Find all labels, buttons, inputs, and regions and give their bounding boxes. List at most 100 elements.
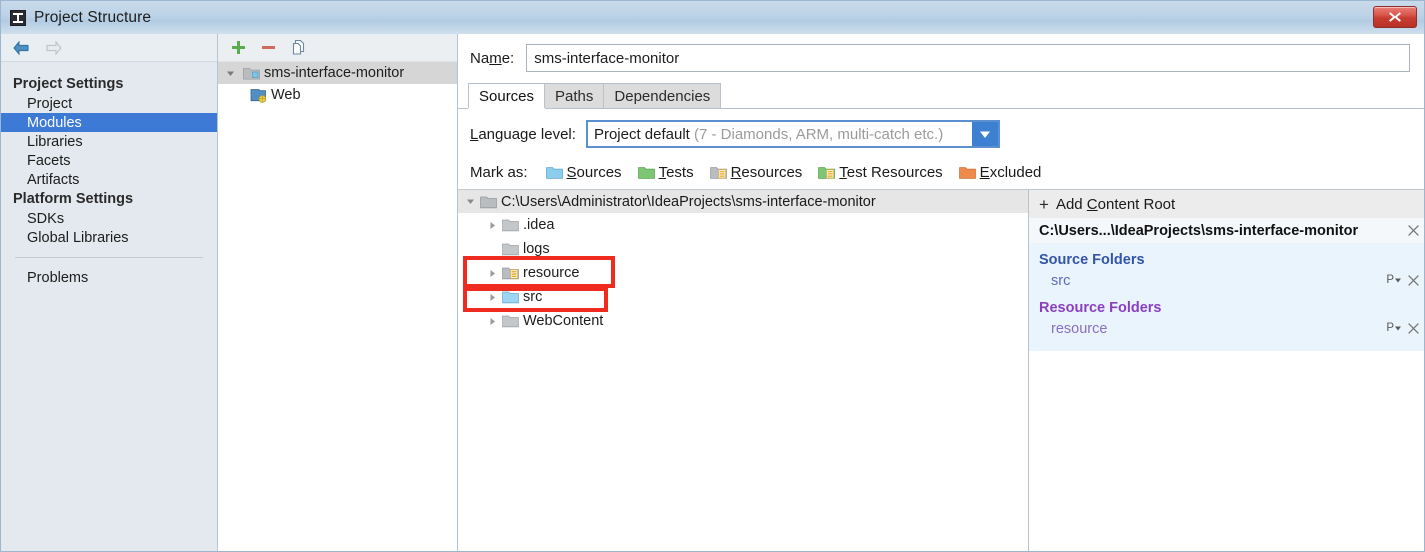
close-icon[interactable] — [1407, 274, 1420, 287]
sidebar-item-artifacts[interactable]: Artifacts — [1, 170, 217, 189]
file-tree-row-logs[interactable]: logs — [458, 237, 1028, 261]
module-editor-panel: Name: Sources Paths Dependencies Languag… — [458, 34, 1424, 551]
file-tree-root-label: C:\Users\Administrator\IdeaProjects\sms-… — [501, 193, 876, 210]
module-tree-label: sms-interface-monitor — [264, 65, 405, 81]
close-window-button[interactable] — [1373, 6, 1417, 28]
module-tree-row-web[interactable]: Web — [218, 84, 457, 106]
sidebar-item-libraries[interactable]: Libraries — [1, 132, 217, 151]
language-level-value-hint: (7 - Diamonds, ARM, multi-catch etc.) — [689, 125, 944, 143]
tab-paths[interactable]: Paths — [544, 83, 605, 108]
folder-test-resources-icon — [818, 165, 836, 180]
sidebar-navigation-toolbar — [1, 34, 217, 62]
content-root-file-tree: C:\Users\Administrator\IdeaProjects\sms-… — [458, 189, 1029, 551]
folder-plain-icon — [502, 314, 519, 328]
sources-lower-split: C:\Users\Administrator\IdeaProjects\sms-… — [458, 189, 1424, 551]
chevron-right-icon[interactable] — [484, 269, 500, 278]
folder-excluded-icon — [958, 165, 976, 180]
web-facet-icon — [250, 88, 267, 103]
chevron-right-icon[interactable] — [484, 293, 500, 302]
source-folder-name: src — [1051, 272, 1071, 289]
file-tree-row-idea[interactable]: .idea — [458, 213, 1028, 237]
close-icon[interactable] — [1407, 224, 1420, 237]
plus-icon[interactable] — [230, 39, 247, 56]
project-structure-dialog: Project Structure Project Settings Proje… — [0, 0, 1425, 552]
mark-as-test-resources-button[interactable]: Test Resources — [818, 164, 943, 181]
mark-as-tests-button[interactable]: Tests — [637, 164, 694, 181]
folder-plain-icon — [502, 218, 519, 232]
sidebar-item-global-libraries[interactable]: Global Libraries — [1, 228, 217, 247]
resource-folder-row[interactable]: resource P — [1029, 318, 1424, 339]
mark-as-excluded-button[interactable]: Excluded — [958, 164, 1041, 181]
package-prefix-icon[interactable]: P — [1386, 274, 1401, 287]
source-folders-title: Source Folders — [1039, 252, 1145, 268]
chevron-down-icon[interactable] — [971, 122, 998, 146]
module-name-input[interactable] — [526, 44, 1410, 72]
source-folder-row[interactable]: src P — [1029, 270, 1424, 291]
mark-as-label: Mark as: — [470, 163, 528, 181]
folder-resources-icon — [502, 266, 519, 280]
file-tree-root-row[interactable]: C:\Users\Administrator\IdeaProjects\sms-… — [458, 190, 1028, 213]
sidebar-item-project[interactable]: Project — [1, 94, 217, 113]
folder-sources-icon — [545, 165, 563, 180]
page-title: Project Structure — [34, 8, 152, 26]
sidebar-item-list: Project Settings Project Modules Librari… — [1, 62, 217, 287]
module-tree-row-sms-interface-monitor[interactable]: sms-interface-monitor — [218, 62, 457, 84]
module-icon — [243, 66, 260, 80]
file-tree-label: WebContent — [523, 313, 604, 329]
content-root-path: C:\Users...\IdeaProjects\sms-interface-m… — [1039, 222, 1359, 239]
resource-folders-title: Resource Folders — [1039, 300, 1162, 316]
mark-as-sources-button[interactable]: Sources — [545, 164, 622, 181]
sources-tab-panel: Language level: Project default (7 - Dia… — [458, 109, 1424, 551]
sidebar-item-sdks[interactable]: SDKs — [1, 209, 217, 228]
module-toolbar — [218, 34, 457, 62]
title-bar: Project Structure — [1, 1, 1424, 34]
settings-sidebar: Project Settings Project Modules Librari… — [1, 34, 218, 551]
module-name-row: Name: — [458, 34, 1424, 82]
content-root-entry: C:\Users...\IdeaProjects\sms-interface-m… — [1029, 218, 1424, 351]
chevron-right-icon[interactable] — [484, 317, 500, 326]
content-roots-panel: + Add Content Root C:\Users...\IdeaProje… — [1029, 189, 1424, 551]
intellij-module-icon — [10, 9, 26, 26]
module-tree-label: Web — [271, 87, 301, 103]
tab-dependencies[interactable]: Dependencies — [603, 83, 722, 108]
folder-resources-icon — [709, 165, 727, 180]
file-tree-row-webcontent[interactable]: WebContent — [458, 309, 1028, 333]
language-level-select[interactable]: Project default (7 - Diamonds, ARM, mult… — [585, 120, 1000, 148]
tab-sources[interactable]: Sources — [468, 83, 546, 108]
file-tree-label: src — [523, 289, 543, 305]
language-level-value: Project default (7 - Diamonds, ARM, mult… — [588, 126, 972, 143]
chevron-down-icon[interactable] — [464, 197, 477, 206]
sidebar-item-modules[interactable]: Modules — [1, 113, 217, 132]
mark-as-resources-button[interactable]: Resources — [709, 164, 802, 181]
module-editor-tabs: Sources Paths Dependencies — [458, 82, 1424, 109]
file-tree-label: resource — [523, 265, 580, 281]
package-prefix-icon[interactable]: P — [1386, 322, 1401, 335]
sidebar-group-project-settings: Project Settings — [13, 76, 124, 92]
module-name-label: Name: — [470, 49, 515, 67]
close-icon[interactable] — [1407, 322, 1420, 335]
file-tree-row-resource[interactable]: resource — [458, 261, 1028, 285]
chevron-down-icon[interactable] — [224, 69, 237, 78]
file-tree-label: logs — [523, 241, 550, 257]
folder-tests-icon — [637, 165, 655, 180]
sidebar-divider — [15, 257, 203, 258]
content-root-header: C:\Users...\IdeaProjects\sms-interface-m… — [1029, 218, 1424, 243]
language-level-label: Language level: — [470, 125, 576, 143]
chevron-right-icon[interactable] — [484, 221, 500, 230]
sidebar-group-platform-settings: Platform Settings — [13, 191, 134, 207]
module-list-panel: sms-interface-monitor Web — [218, 34, 458, 551]
folder-plain-icon — [502, 242, 519, 256]
file-tree-row-src[interactable]: src — [458, 285, 1028, 309]
plus-icon: + — [1039, 194, 1049, 214]
add-content-root-button[interactable]: + Add Content Root — [1029, 190, 1424, 218]
resource-folder-name: resource — [1051, 320, 1108, 337]
folder-icon — [480, 195, 497, 209]
arrow-left-icon[interactable] — [11, 39, 33, 57]
mark-as-row: Mark as: Sources Tests Resources Test Re… — [458, 155, 1424, 189]
copy-icon[interactable] — [290, 39, 307, 56]
language-level-value-main: Project default — [593, 125, 690, 143]
minus-icon[interactable] — [260, 39, 277, 56]
sidebar-item-facets[interactable]: Facets — [1, 151, 217, 170]
sidebar-item-problems[interactable]: Problems — [1, 268, 217, 287]
close-icon — [1389, 12, 1401, 22]
